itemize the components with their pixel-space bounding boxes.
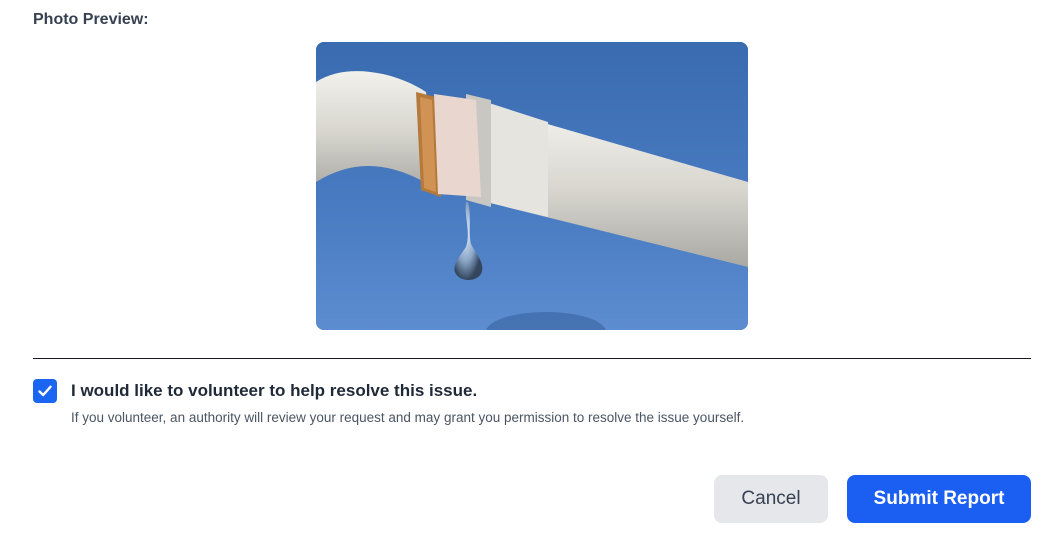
report-form-section: Photo Preview: I would like to volunteer…: [0, 0, 1057, 556]
photo-preview-label: Photo Preview:: [33, 11, 149, 28]
submit-report-button[interactable]: Submit Report: [847, 475, 1031, 523]
checkmark-icon: [38, 385, 52, 397]
volunteer-label[interactable]: I would like to volunteer to help resolv…: [71, 381, 477, 401]
volunteer-checkbox[interactable]: [33, 379, 57, 403]
volunteer-help-text: If you volunteer, an authority will revi…: [71, 410, 745, 425]
photo-preview-image: [316, 42, 748, 330]
cancel-button[interactable]: Cancel: [714, 475, 828, 523]
section-divider: [33, 358, 1031, 359]
